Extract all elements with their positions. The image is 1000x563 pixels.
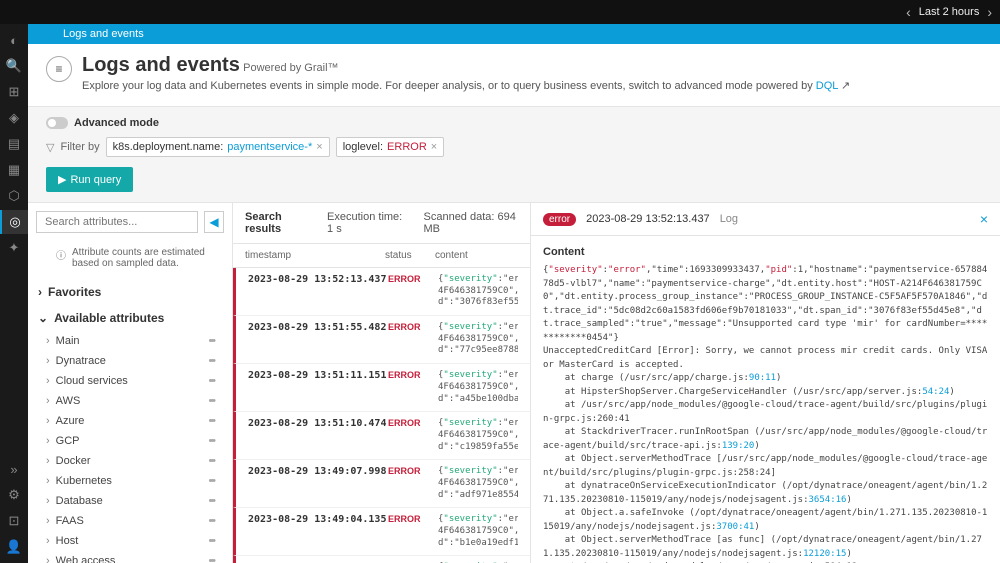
log-detail-panel: error 2023-08-29 13:52:13.437 Log × Cont… [530,203,1000,563]
time-prev-icon[interactable]: ‹ [906,4,911,20]
chevron-right-icon: › [38,285,42,299]
rail-icon-host[interactable]: ⬡ [0,184,28,208]
attributes-sidebar: ◀ ⓘ Attribute counts are estimated based… [28,203,233,563]
rail-icon-db[interactable]: ▤ [0,132,28,156]
log-row[interactable]: 2023-08-29 13:46:04.945 ERROR {"severity… [233,556,530,563]
rail-icon-expand[interactable]: » [0,457,28,481]
external-link-icon: ↗ [841,80,850,92]
rail-icon-chart[interactable]: ▦ [0,158,28,182]
search-results-tab[interactable]: Search results [245,211,309,235]
nav-rail: ◐ 🔍 ⊞ ◈ ▤ ▦ ⬡ ◎ ✦ » ⚙ ⊡ 👤 [0,24,28,563]
log-row[interactable]: 2023-08-29 13:49:04.135 ERROR {"severity… [233,508,530,556]
rail-icon-settings[interactable]: ⚙ [0,483,28,507]
col-content[interactable]: content [435,250,518,261]
sidebar-item[interactable]: Main••• [34,331,226,351]
available-attributes-section[interactable]: ⌄ Available attributes [28,305,232,331]
sidebar-item[interactable]: Azure••• [34,411,226,431]
log-row[interactable]: 2023-08-29 13:52:13.437 ERROR {"severity… [233,268,530,316]
chevron-down-icon: ⌄ [38,311,48,325]
scanned-data: Scanned data: 694 MB [424,211,519,235]
logs-icon: ≡ [46,56,72,82]
sidebar-item[interactable]: Dynatrace••• [34,351,226,371]
filter-chip-loglevel[interactable]: loglevel: ERROR × [336,137,445,157]
topbar: ‹ Last 2 hours › [0,0,1000,24]
sidebar-item[interactable]: Host••• [34,531,226,551]
severity-badge: error [543,213,576,226]
log-content-code: {"severity":"error","time":1693309933437… [543,264,988,563]
rail-icon-apps[interactable]: ⊞ [0,80,28,104]
rail-icon-user[interactable]: 👤 [0,535,28,559]
advanced-mode-label: Advanced mode [74,117,159,129]
sidebar-item[interactable]: FAAS••• [34,511,226,531]
log-row[interactable]: 2023-08-29 13:49:07.998 ERROR {"severity… [233,460,530,508]
rail-icon-spark[interactable]: ✦ [0,236,28,260]
chip-close-icon[interactable]: × [431,141,437,153]
sidebar-note: Attribute counts are estimated based on … [72,247,220,269]
table-header: timestamp status content [233,244,530,268]
col-timestamp[interactable]: timestamp [245,250,385,261]
rail-icon-cube[interactable]: ◈ [0,106,28,130]
close-detail-icon[interactable]: × [980,211,988,227]
sidebar-item[interactable]: Cloud services••• [34,371,226,391]
detail-type: Log [720,213,738,225]
rail-icon-logs[interactable]: ◎ [0,210,28,234]
sidebar-item[interactable]: Docker••• [34,451,226,471]
rail-icon-search[interactable]: 🔍 [0,54,28,78]
content-heading: Content [543,246,988,258]
chip-close-icon[interactable]: × [316,141,322,153]
play-icon: ▶ [58,173,66,186]
rail-icon-logo[interactable]: ◐ [0,28,28,52]
page-title: Logs and events [82,54,240,76]
advanced-mode-toggle[interactable] [46,117,68,129]
page-header: ≡ Logs and events Powered by Grail™ Expl… [28,44,1000,107]
sidebar-item[interactable]: Database••• [34,491,226,511]
log-row[interactable]: 2023-08-29 13:51:11.151 ERROR {"severity… [233,364,530,412]
results-panel: Search results Execution time: 1 s Scann… [233,203,530,563]
filter-by-label: Filter by [60,141,99,153]
log-row[interactable]: 2023-08-29 13:51:55.482 ERROR {"severity… [233,316,530,364]
collapse-sidebar-button[interactable]: ◀ [204,211,224,233]
time-range[interactable]: Last 2 hours [919,6,980,18]
sidebar-item[interactable]: GCP••• [34,431,226,451]
sidebar-item[interactable]: Kubernetes••• [34,471,226,491]
favorites-section[interactable]: › Favorites [28,279,232,305]
filter-icon: ▽ [46,141,54,154]
attribute-search-input[interactable] [36,211,198,233]
info-icon: ⓘ [56,247,66,262]
time-next-icon[interactable]: › [987,4,992,20]
sidebar-item[interactable]: Web access••• [34,551,226,563]
log-row[interactable]: 2023-08-29 13:51:10.474 ERROR {"severity… [233,412,530,460]
query-area: Advanced mode ▽ Filter by k8s.deployment… [28,107,1000,203]
page-description: Explore your log data and Kubernetes eve… [82,79,850,92]
detail-timestamp: 2023-08-29 13:52:13.437 [586,213,710,225]
run-query-button[interactable]: ▶ Run query [46,167,133,192]
execution-time: Execution time: 1 s [327,211,405,235]
col-status[interactable]: status [385,250,435,261]
dql-link[interactable]: DQL [816,80,838,92]
page-subtitle: Powered by Grail™ [243,62,338,74]
breadcrumb: Logs and events [28,24,1000,44]
rail-icon-a[interactable]: ⊡ [0,509,28,533]
sidebar-item[interactable]: AWS••• [34,391,226,411]
filter-chip-deployment[interactable]: k8s.deployment.name:paymentservice-* × [106,137,330,157]
